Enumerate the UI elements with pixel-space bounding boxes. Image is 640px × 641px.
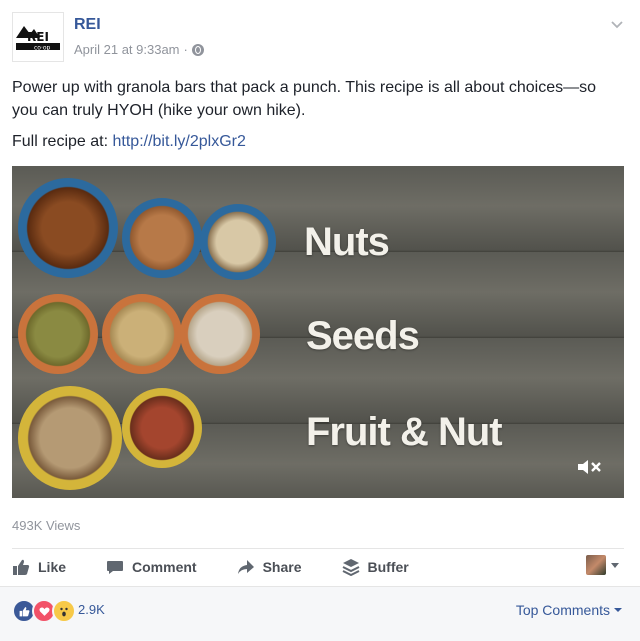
video-player[interactable]: Nuts Seeds Fruit & Nut bbox=[12, 166, 624, 498]
timestamp[interactable]: April 21 at 9:33am bbox=[74, 42, 180, 57]
top-comments-dropdown[interactable]: Top Comments bbox=[516, 602, 622, 618]
post-text: Power up with granola bars that pack a p… bbox=[12, 79, 597, 119]
reaction-count[interactable]: 2.9K bbox=[78, 602, 105, 617]
pecan-bowl bbox=[18, 178, 118, 278]
like-button[interactable]: Like bbox=[12, 558, 66, 576]
view-count: 493K Views bbox=[12, 518, 81, 533]
comment-button[interactable]: Comment bbox=[106, 558, 197, 576]
video-label-seeds: Seeds bbox=[306, 314, 420, 358]
page-name[interactable]: REI bbox=[74, 16, 101, 34]
recipe-prefix: Full recipe at: bbox=[12, 133, 109, 150]
top-comments-label: Top Comments bbox=[515, 602, 610, 618]
globe-icon[interactable] bbox=[191, 43, 204, 56]
rei-mountain-icon: REI co·op bbox=[16, 26, 60, 51]
share-button[interactable]: Share bbox=[237, 558, 302, 576]
comment-label: Comment bbox=[132, 559, 197, 575]
walnut-bowl bbox=[18, 386, 122, 490]
mixed-nut-bowl bbox=[200, 204, 276, 280]
meta-separator: · bbox=[183, 42, 188, 57]
flax-seed-bowl bbox=[102, 294, 182, 374]
action-bar: Like Comment Share Buffer bbox=[12, 548, 624, 585]
wow-reaction-icon bbox=[52, 599, 76, 623]
recipe-link[interactable]: http://bit.ly/2plxGr2 bbox=[113, 133, 246, 150]
rei-logo[interactable]: REI co·op bbox=[12, 12, 64, 62]
thumbs-up-icon bbox=[13, 559, 30, 575]
like-label: Like bbox=[38, 559, 67, 575]
reactions-bar: 2.9K Top Comments bbox=[0, 586, 640, 641]
fruit-nut-bowl bbox=[122, 388, 202, 468]
speaker-muted-icon[interactable] bbox=[576, 458, 602, 476]
post-header: REI co·op REI April 21 at 9:33am · bbox=[12, 12, 628, 64]
comment-icon bbox=[107, 561, 124, 574]
chevron-down-icon[interactable] bbox=[610, 18, 624, 32]
share-arrow-icon bbox=[237, 560, 254, 574]
reaction-icons[interactable] bbox=[12, 599, 76, 623]
svg-text:co·op: co·op bbox=[34, 44, 51, 51]
buffer-button[interactable]: Buffer bbox=[342, 558, 409, 576]
almond-bowl bbox=[122, 198, 202, 278]
caret-down-icon bbox=[611, 563, 619, 568]
buffer-icon bbox=[342, 559, 359, 576]
video-label-fruit-nut: Fruit & Nut bbox=[306, 410, 503, 454]
video-label-nuts: Nuts bbox=[304, 220, 390, 264]
post-as-selector[interactable] bbox=[586, 555, 620, 575]
share-label: Share bbox=[262, 559, 302, 575]
recipe-line: Full recipe at: http://bit.ly/2plxGr2 bbox=[12, 133, 246, 151]
caret-down-icon bbox=[614, 608, 622, 612]
pumpkin-seed-bowl bbox=[18, 294, 98, 374]
oat-bowl bbox=[180, 294, 260, 374]
post-meta: April 21 at 9:33am · bbox=[74, 42, 204, 57]
profile-avatar bbox=[586, 555, 606, 575]
buffer-label: Buffer bbox=[367, 559, 409, 575]
svg-text:REI: REI bbox=[27, 30, 49, 44]
